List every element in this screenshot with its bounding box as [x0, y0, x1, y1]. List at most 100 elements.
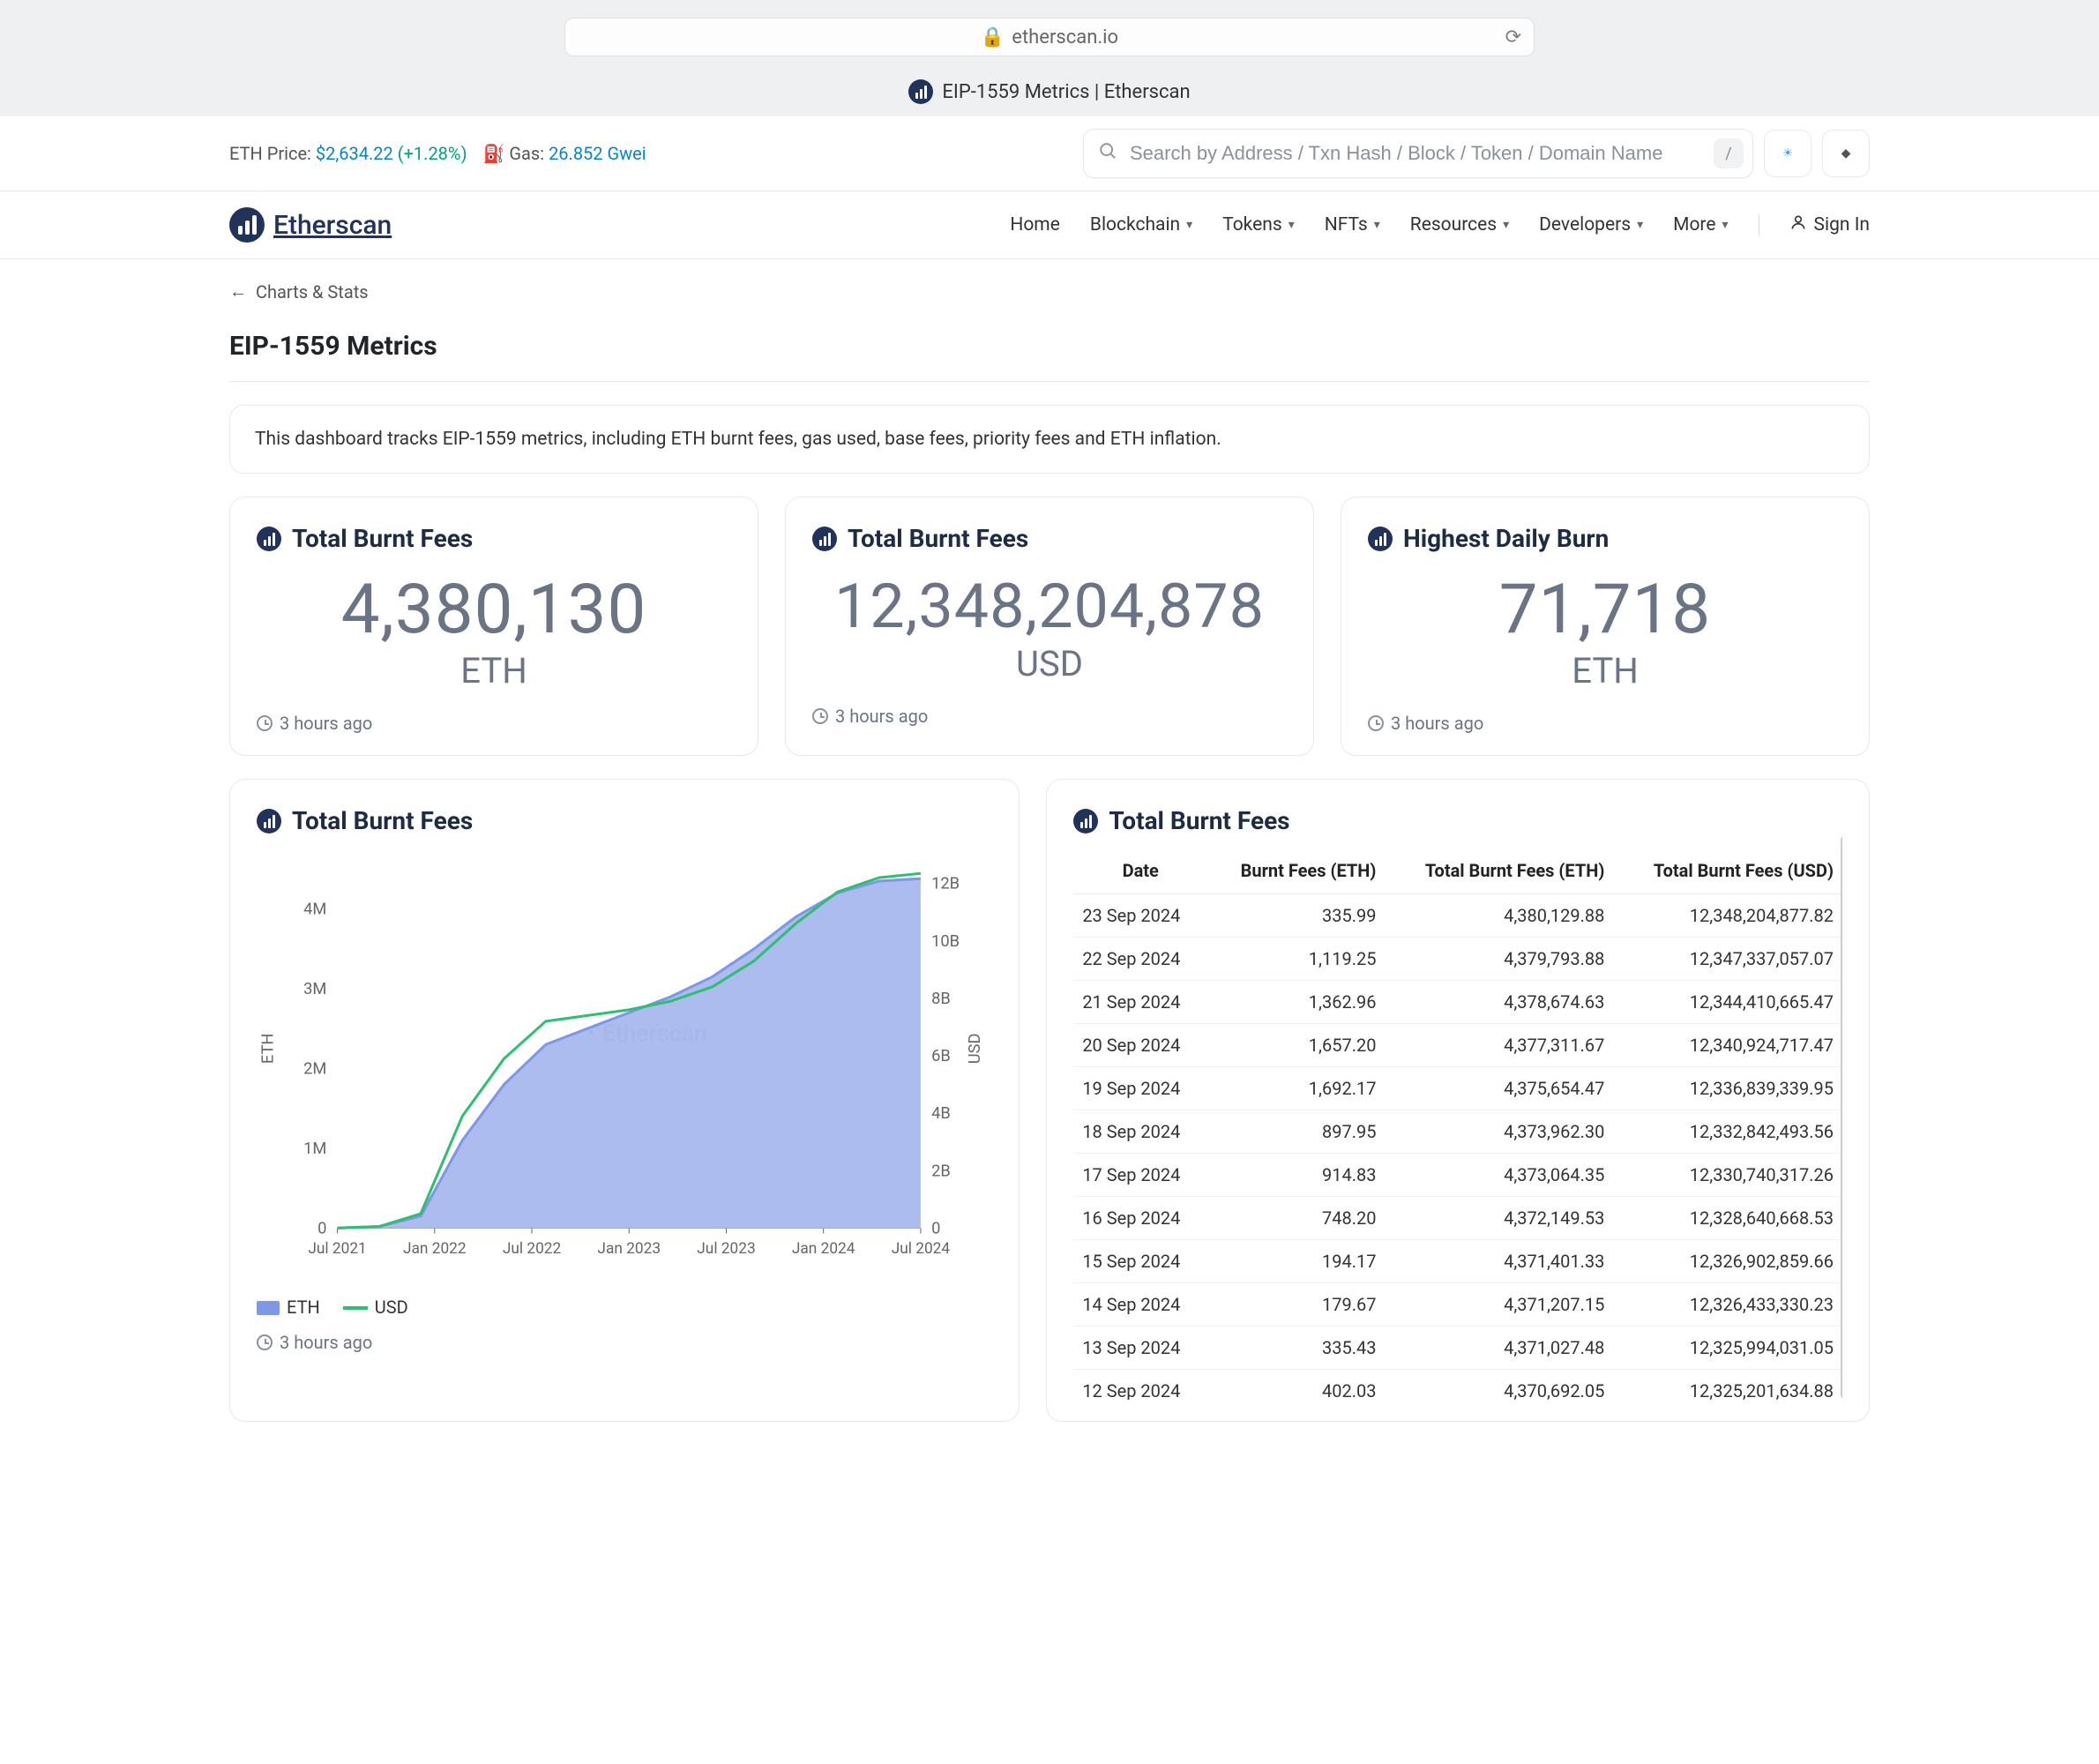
table-cell: 20 Sep 2024 — [1073, 1024, 1207, 1067]
metric-value: 71,718 — [1368, 576, 1842, 645]
table-row: 12 Sep 2024402.034,370,692.0512,325,201,… — [1073, 1370, 1842, 1401]
legend-usd[interactable]: USD — [343, 1297, 408, 1318]
table-cell: 21 Sep 2024 — [1073, 981, 1207, 1024]
table-cell: 4,373,962.30 — [1385, 1110, 1613, 1154]
svg-text:2M: 2M — [303, 1060, 326, 1079]
chart-card-burnt-fees: Total Burnt Fees 01M2M3M4M02B4B6B8B10B12… — [229, 779, 1020, 1422]
nav-nfts[interactable]: NFTs▾ — [1325, 214, 1380, 235]
network-button[interactable]: ◆ — [1822, 130, 1870, 177]
slash-shortcut: / — [1714, 138, 1744, 168]
table-cell: 12,328,640,668.53 — [1613, 1197, 1842, 1240]
table-cell: 1,362.96 — [1207, 981, 1385, 1024]
table-cell: 12,330,740,317.26 — [1613, 1154, 1842, 1197]
svg-text:2B: 2B — [931, 1162, 951, 1180]
sign-in-link[interactable]: Sign In — [1789, 213, 1870, 236]
table-cell: 748.20 — [1207, 1197, 1385, 1240]
metric-cards-row: Total Burnt Fees 4,380,130 ETH 3 hours a… — [229, 497, 1870, 756]
chart-area[interactable]: 01M2M3M4M02B4B6B8B10B12BJul 2021Jan 2022… — [257, 851, 992, 1291]
etherscan-icon — [1368, 527, 1393, 551]
breadcrumb-back[interactable]: ← Charts & Stats — [229, 280, 369, 303]
search-input[interactable] — [1128, 141, 1703, 166]
table-cell: 335.99 — [1207, 894, 1385, 938]
table-cell: 18 Sep 2024 — [1073, 1110, 1207, 1154]
svg-text:3M: 3M — [303, 980, 326, 998]
nav-links: Home Blockchain▾ Tokens▾ NFTs▾ Resources… — [1010, 213, 1870, 236]
metric-unit: USD — [812, 643, 1287, 684]
card-title-text: Total Burnt Fees — [848, 524, 1028, 553]
address-text: etherscan.io — [1012, 26, 1118, 49]
search-box[interactable]: / — [1083, 129, 1753, 178]
table-header[interactable]: Total Burnt Fees (ETH) — [1385, 848, 1613, 894]
table-row: 22 Sep 20241,119.254,379,793.8812,347,33… — [1073, 938, 1842, 981]
nav-more[interactable]: More▾ — [1673, 214, 1728, 235]
eth-price-link[interactable]: $2,634.22 (+1.28%) — [316, 143, 467, 164]
price-gas-bar: ETH Price: $2,634.22 (+1.28%) ⛽ Gas: 26.… — [229, 143, 646, 164]
user-icon — [1789, 213, 1807, 236]
svg-text:Jul 2023: Jul 2023 — [697, 1240, 755, 1258]
metric-card-burnt-eth: Total Burnt Fees 4,380,130 ETH 3 hours a… — [229, 497, 758, 756]
address-bar[interactable]: 🔒 etherscan.io ⟳ — [564, 18, 1535, 56]
main-nav: Etherscan Home Blockchain▾ Tokens▾ NFTs▾… — [0, 191, 2099, 259]
table-row: 16 Sep 2024748.204,372,149.5312,328,640,… — [1073, 1197, 1842, 1240]
theme-toggle-button[interactable]: ☀ — [1764, 130, 1811, 177]
etherscan-icon — [257, 527, 281, 551]
table-cell: 15 Sep 2024 — [1073, 1240, 1207, 1283]
nav-tokens[interactable]: Tokens▾ — [1222, 214, 1295, 235]
description-text: This dashboard tracks EIP-1559 metrics, … — [255, 429, 1221, 450]
table-header[interactable]: Date — [1073, 848, 1207, 894]
table-cell: 402.03 — [1207, 1370, 1385, 1401]
chevron-down-icon: ▾ — [1289, 218, 1295, 232]
burnt-fees-table: DateBurnt Fees (ETH)Total Burnt Fees (ET… — [1073, 848, 1842, 1400]
table-scroll[interactable]: DateBurnt Fees (ETH)Total Burnt Fees (ET… — [1073, 835, 1842, 1400]
table-cell: 194.17 — [1207, 1240, 1385, 1283]
table-cell: 12,348,204,877.82 — [1613, 894, 1842, 938]
arrow-left-icon: ← — [229, 280, 247, 303]
table-row: 18 Sep 2024897.954,373,962.3012,332,842,… — [1073, 1110, 1842, 1154]
tab-title-text: EIP-1559 Metrics | Etherscan — [942, 81, 1190, 103]
svg-text:Jan 2023: Jan 2023 — [597, 1240, 661, 1258]
clock-icon — [812, 708, 828, 724]
table-cell: 12,326,433,330.23 — [1613, 1283, 1842, 1327]
logo[interactable]: Etherscan — [229, 207, 392, 243]
svg-text:Jan 2024: Jan 2024 — [792, 1240, 855, 1258]
clock-icon — [257, 715, 273, 731]
table-cell: 12,344,410,665.47 — [1613, 981, 1842, 1024]
clock-icon — [1368, 715, 1384, 731]
table-row: 20 Sep 20241,657.204,377,311.6712,340,92… — [1073, 1024, 1842, 1067]
breadcrumb-label: Charts & Stats — [256, 281, 369, 303]
svg-text:4B: 4B — [931, 1104, 951, 1123]
ethereum-icon: ◆ — [1841, 146, 1851, 161]
gas-link[interactable]: 26.852 Gwei — [549, 143, 646, 164]
nav-developers[interactable]: Developers▾ — [1539, 214, 1643, 235]
nav-home[interactable]: Home — [1010, 214, 1060, 235]
table-cell: 897.95 — [1207, 1110, 1385, 1154]
browser-chrome: 🔒 etherscan.io ⟳ EIP-1559 Metrics | Ethe… — [0, 0, 2099, 116]
metric-unit: ETH — [257, 650, 731, 691]
table-cell: 12 Sep 2024 — [1073, 1370, 1207, 1401]
etherscan-icon — [257, 809, 281, 833]
table-cell: 4,380,129.88 — [1385, 894, 1613, 938]
table-row: 21 Sep 20241,362.964,378,674.6312,344,41… — [1073, 981, 1842, 1024]
eth-price-value: $2,634.22 — [316, 143, 393, 164]
updated-text: 3 hours ago — [280, 713, 372, 734]
nav-blockchain[interactable]: Blockchain▾ — [1090, 214, 1192, 235]
table-row: 19 Sep 20241,692.174,375,654.4712,336,83… — [1073, 1067, 1842, 1110]
table-cell: 19 Sep 2024 — [1073, 1067, 1207, 1110]
top-strip: ETH Price: $2,634.22 (+1.28%) ⛽ Gas: 26.… — [0, 116, 2099, 191]
table-cell: 4,377,311.67 — [1385, 1024, 1613, 1067]
nav-resources[interactable]: Resources▾ — [1410, 214, 1509, 235]
table-row: 14 Sep 2024179.674,371,207.1512,326,433,… — [1073, 1283, 1842, 1327]
table-cell: 12,336,839,339.95 — [1613, 1067, 1842, 1110]
table-row: 13 Sep 2024335.434,371,027.4812,325,994,… — [1073, 1327, 1842, 1370]
gas-label: Gas: — [509, 143, 544, 164]
etherscan-favicon-icon — [908, 79, 933, 104]
svg-text:8B: 8B — [931, 990, 951, 1008]
etherscan-icon — [1073, 809, 1098, 833]
table-cell: 16 Sep 2024 — [1073, 1197, 1207, 1240]
table-header[interactable]: Total Burnt Fees (USD) — [1613, 848, 1842, 894]
table-header[interactable]: Burnt Fees (ETH) — [1207, 848, 1385, 894]
chevron-down-icon: ▾ — [1186, 218, 1192, 232]
tab-title: EIP-1559 Metrics | Etherscan — [0, 71, 2099, 116]
legend-eth[interactable]: ETH — [257, 1297, 320, 1318]
reload-icon[interactable]: ⟳ — [1505, 26, 1521, 49]
